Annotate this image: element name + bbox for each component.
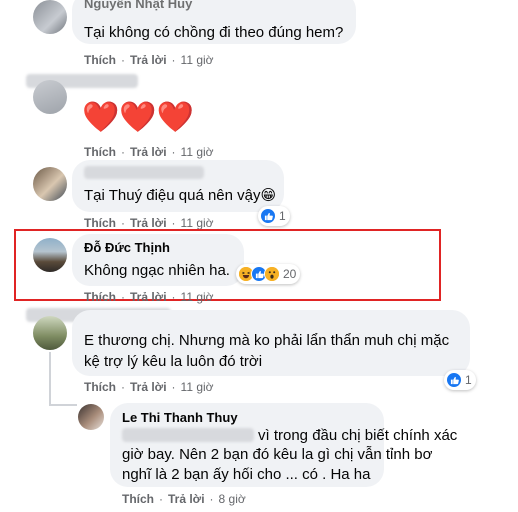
blurred-name bbox=[84, 166, 204, 179]
reaction-count: 20 bbox=[283, 267, 297, 281]
separator: · bbox=[159, 492, 163, 506]
like-button[interactable]: Thích bbox=[84, 145, 116, 159]
comment-text: kệ trợ lý kêu la luôn đó trời bbox=[84, 353, 263, 370]
reply-button[interactable]: Trả lời bbox=[168, 492, 205, 506]
separator: · bbox=[121, 290, 125, 304]
comment-author[interactable]: Đỗ Đức Thịnh bbox=[84, 240, 170, 255]
separator: · bbox=[121, 216, 125, 230]
like-reaction-icon bbox=[446, 372, 462, 388]
like-button[interactable]: Thích bbox=[122, 492, 154, 506]
comment-text: E thương chị. Nhưng mà ko phải lẩn thẩn … bbox=[84, 332, 450, 349]
comment-actions: Thích · Trả lời · 11 giờ bbox=[84, 145, 214, 159]
like-reaction-icon bbox=[260, 208, 276, 224]
reply-author[interactable]: Le Thi Thanh Thuy bbox=[122, 410, 238, 425]
thread-connector bbox=[49, 404, 77, 406]
reply-button[interactable]: Trả lời bbox=[130, 290, 167, 304]
reaction-count: 1 bbox=[465, 373, 472, 387]
comment-time[interactable]: 11 giờ bbox=[181, 53, 214, 67]
comment-actions: Thích · Trả lời · 11 giờ bbox=[84, 380, 214, 394]
like-button[interactable]: Thích bbox=[84, 380, 116, 394]
reply-text: giờ bay. Nên 2 bạn đó kêu la gì chị vẫn … bbox=[122, 446, 433, 463]
avatar[interactable] bbox=[33, 0, 67, 34]
comment-text: Tại không có chồng đi theo đúng hem? bbox=[84, 24, 344, 41]
comment-actions: Thích · Trả lời · 11 giờ bbox=[84, 290, 214, 304]
separator: · bbox=[171, 290, 176, 304]
reaction-count: 1 bbox=[279, 209, 286, 223]
separator: · bbox=[121, 53, 125, 67]
reply-actions: Thích · Trả lời · 8 giờ bbox=[122, 492, 246, 506]
avatar[interactable] bbox=[33, 167, 67, 201]
avatar[interactable] bbox=[33, 316, 67, 350]
like-button[interactable]: Thích bbox=[84, 53, 116, 67]
thread-line bbox=[49, 352, 51, 404]
reaction-summary[interactable]: 20 bbox=[236, 264, 301, 284]
comment-time[interactable]: 11 giờ bbox=[181, 145, 214, 159]
separator: · bbox=[171, 380, 176, 394]
separator: · bbox=[171, 216, 176, 230]
separator: · bbox=[209, 492, 214, 506]
reaction-summary[interactable]: 1 bbox=[258, 206, 290, 226]
comment-author[interactable]: Nguyễn Nhật Huy bbox=[84, 0, 192, 11]
reply-button[interactable]: Trả lời bbox=[130, 216, 167, 230]
separator: · bbox=[171, 53, 176, 67]
reaction-summary[interactable]: 1 bbox=[444, 370, 476, 390]
comment-time[interactable]: 11 giờ bbox=[181, 290, 214, 304]
separator: · bbox=[121, 380, 125, 394]
reply-button[interactable]: Trả lời bbox=[130, 145, 167, 159]
like-button[interactable]: Thích bbox=[84, 216, 116, 230]
reply-button[interactable]: Trả lời bbox=[130, 53, 167, 67]
separator: · bbox=[121, 145, 125, 159]
comment-time[interactable]: 11 giờ bbox=[181, 380, 214, 394]
comment-emoji: ❤️❤️❤️ bbox=[82, 100, 195, 135]
comment-time[interactable]: 11 giờ bbox=[181, 216, 214, 230]
reply-text: vì trong đầu chị biết chính xác bbox=[258, 427, 458, 444]
blurred-text bbox=[122, 428, 254, 442]
like-button[interactable]: Thích bbox=[84, 290, 116, 304]
reply-text: nghĩ là 2 bạn ấy hối cho ... có . Ha ha bbox=[122, 466, 371, 483]
comment-actions: Thích · Trả lời · 11 giờ bbox=[84, 53, 214, 67]
comment-text: Không ngạc nhiên ha. bbox=[84, 262, 230, 279]
avatar[interactable] bbox=[33, 238, 67, 272]
comment-text: Tại Thuý điệu quá nên vậy😁 bbox=[84, 187, 277, 204]
separator: · bbox=[171, 145, 176, 159]
reply-time[interactable]: 8 giờ bbox=[219, 492, 246, 506]
reply-button[interactable]: Trả lời bbox=[130, 380, 167, 394]
avatar[interactable] bbox=[78, 404, 104, 430]
comment-actions: Thích · Trả lời · 11 giờ bbox=[84, 216, 214, 230]
wow-reaction-icon bbox=[264, 266, 280, 282]
avatar[interactable] bbox=[33, 80, 67, 114]
